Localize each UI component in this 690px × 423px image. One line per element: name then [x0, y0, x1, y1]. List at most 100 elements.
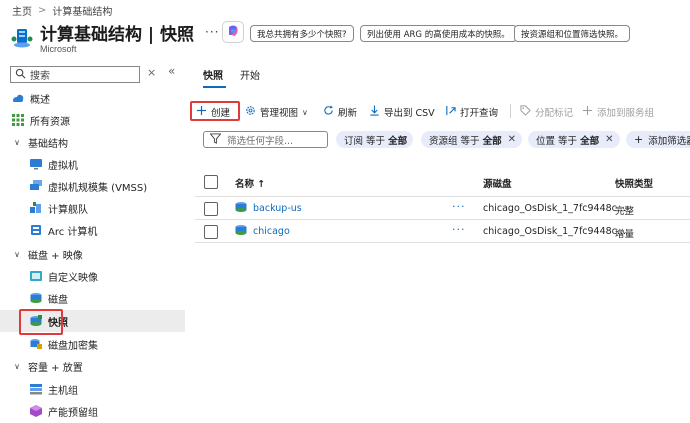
table-cell-source-disk: chicago_OsDisk_1_7fc9448c... [483, 226, 626, 237]
chevron-down-icon: ∨ [302, 107, 308, 117]
add-filter-button[interactable]: + 添加筛选器 [626, 131, 690, 148]
search-icon [15, 68, 26, 82]
sidebar-item-compute-fleet[interactable]: 计算舰队 [0, 197, 185, 219]
sidebar-group-label: 容量 + 放置 [28, 362, 83, 374]
table-row-name-link[interactable]: backup-us [253, 203, 302, 214]
row-more-button[interactable]: ··· [452, 200, 466, 213]
host-icon [30, 383, 42, 395]
sidebar-item-label: 产能预留组 [48, 407, 98, 419]
tag-icon [520, 105, 531, 119]
page-subtitle: Microsoft [40, 44, 77, 54]
refresh-button[interactable]: 刷新 [323, 104, 357, 120]
sidebar-item-capacity-reservation-groups[interactable]: 产能预留组 [0, 400, 185, 422]
sidebar-item-vm[interactable]: 虚拟机 [0, 153, 185, 175]
fleet-icon [30, 202, 42, 214]
chevron-down-icon: ∨ [14, 249, 20, 259]
close-icon[interactable]: ✕ [508, 134, 516, 145]
tab-snapshots[interactable]: 快照 [203, 67, 223, 82]
sidebar-item-label: Arc 计算机 [48, 226, 98, 238]
sidebar-item-host-groups[interactable]: 主机组 [0, 378, 185, 400]
column-header-name[interactable]: 名称 ↑ [235, 176, 265, 190]
sidebar-group-capacity-placement[interactable]: ∨ 容量 + 放置 [0, 355, 185, 377]
download-icon [369, 105, 380, 119]
image-icon [30, 270, 42, 282]
sidebar-item-label: 自定义映像 [48, 272, 98, 284]
active-tab-indicator [203, 86, 226, 88]
filter-input[interactable]: 筛选任何字段... [203, 131, 328, 148]
sidebar-search-input[interactable]: 搜索 [10, 66, 140, 83]
collapse-sidebar-icon[interactable]: « [168, 64, 175, 78]
table-row-name-link[interactable]: chicago [253, 226, 290, 237]
select-all-checkbox[interactable] [204, 175, 218, 189]
breadcrumb-current[interactable]: 计算基础结构 [52, 3, 112, 18]
plus-icon [582, 105, 593, 119]
chevron-down-icon: ∨ [14, 361, 20, 371]
row-checkbox[interactable] [204, 225, 218, 239]
sidebar-item-all-resources[interactable]: 所有资源 [0, 109, 185, 131]
add-to-service-group-button[interactable]: 添加到服务组 [582, 104, 654, 120]
toolbar-divider [510, 104, 511, 118]
sidebar-group-infrastructure[interactable]: ∨ 基础结构 [0, 131, 185, 153]
row-checkbox[interactable] [204, 202, 218, 216]
compute-infrastructure-icon [11, 27, 33, 49]
assign-tags-button[interactable]: 分配标记 [520, 104, 573, 120]
suggestion-chip-2[interactable]: 列出使用 ARG 的高使用成本的快照。 [360, 25, 517, 42]
assign-tags-label: 分配标记 [535, 108, 574, 119]
sidebar-item-arc-machines[interactable]: Arc 计算机 [0, 219, 185, 241]
selected-item-highlight [19, 309, 63, 335]
sidebar-item-label: 虚拟机规模集 (VMSS) [48, 182, 148, 194]
snapshot-icon [235, 224, 247, 239]
sidebar-item-overview[interactable]: 概述 [0, 87, 185, 109]
vmss-icon [30, 180, 42, 192]
row-more-button[interactable]: ··· [452, 223, 466, 236]
create-highlight [190, 101, 240, 121]
filter-icon [209, 132, 222, 147]
tab-get-started[interactable]: 开始 [240, 67, 260, 82]
suggestion-chip-1[interactable]: 我总共拥有多少个快照? [250, 25, 354, 42]
filter-pill-location[interactable]: 位置 等于 全部 ✕ [528, 131, 620, 148]
sidebar-group-disks-images[interactable]: ∨ 磁盘 + 映像 [0, 243, 185, 265]
column-header-source-disk[interactable]: 源磁盘 [483, 176, 512, 190]
breadcrumb-separator: > [38, 5, 47, 16]
filter-pill-subscription[interactable]: 订阅 等于 全部 [336, 131, 414, 148]
breadcrumb-home[interactable]: 主页 [12, 3, 32, 18]
chevron-down-icon: ∨ [14, 137, 20, 147]
sidebar-item-disks[interactable]: 磁盘 [0, 287, 185, 309]
column-header-snapshot-type[interactable]: 快照类型 [615, 176, 653, 190]
table-cell-snapshot-type: 增量 [615, 229, 635, 240]
header-divider [195, 196, 690, 197]
grid-icon [12, 114, 24, 126]
close-icon[interactable]: ✕ [605, 134, 613, 145]
clear-search-icon[interactable]: × [147, 66, 156, 79]
sidebar-item-label: 概述 [30, 94, 50, 106]
table-cell-source-disk: chicago_OsDisk_1_7fc9448c... [483, 203, 626, 214]
manage-view-button[interactable]: 管理视图 ∨ [245, 104, 308, 120]
search-placeholder: 搜索 [30, 71, 50, 82]
plus-icon: + [634, 133, 644, 146]
sidebar-group-label: 基础结构 [28, 138, 68, 150]
row-divider [195, 219, 690, 220]
suggestion-chip-3[interactable]: 按资源组和位置筛选快照。 [514, 25, 631, 42]
more-options-button[interactable]: ··· [205, 25, 219, 39]
gear-icon [245, 105, 256, 119]
row-divider [195, 242, 690, 243]
sidebar-group-label: 磁盘 + 映像 [28, 250, 83, 262]
vm-icon [30, 158, 42, 170]
sidebar-item-label: 所有资源 [30, 116, 70, 128]
arc-icon [30, 224, 42, 236]
sidebar-item-vmss[interactable]: 虚拟机规模集 (VMSS) [0, 175, 185, 197]
encryption-icon [30, 338, 42, 350]
copilot-button[interactable] [222, 21, 244, 43]
export-csv-button[interactable]: 导出到 CSV [369, 104, 435, 120]
table-cell-snapshot-type: 完整 [615, 206, 635, 217]
open-query-icon [445, 105, 456, 119]
sidebar-item-disk-encryption-sets[interactable]: 磁盘加密集 [0, 333, 185, 355]
sidebar-item-label: 计算舰队 [48, 204, 88, 216]
filter-placeholder: 筛选任何字段... [227, 135, 294, 147]
pill-text: 位置 等于 全部 [536, 135, 600, 147]
filter-pill-resource-group[interactable]: 资源组 等于 全部 ✕ [421, 131, 522, 148]
add-to-service-group-label: 添加到服务组 [597, 108, 655, 119]
disk-icon [30, 292, 42, 304]
open-query-button[interactable]: 打开查询 [445, 104, 498, 120]
sidebar-item-custom-images[interactable]: 自定义映像 [0, 265, 185, 287]
